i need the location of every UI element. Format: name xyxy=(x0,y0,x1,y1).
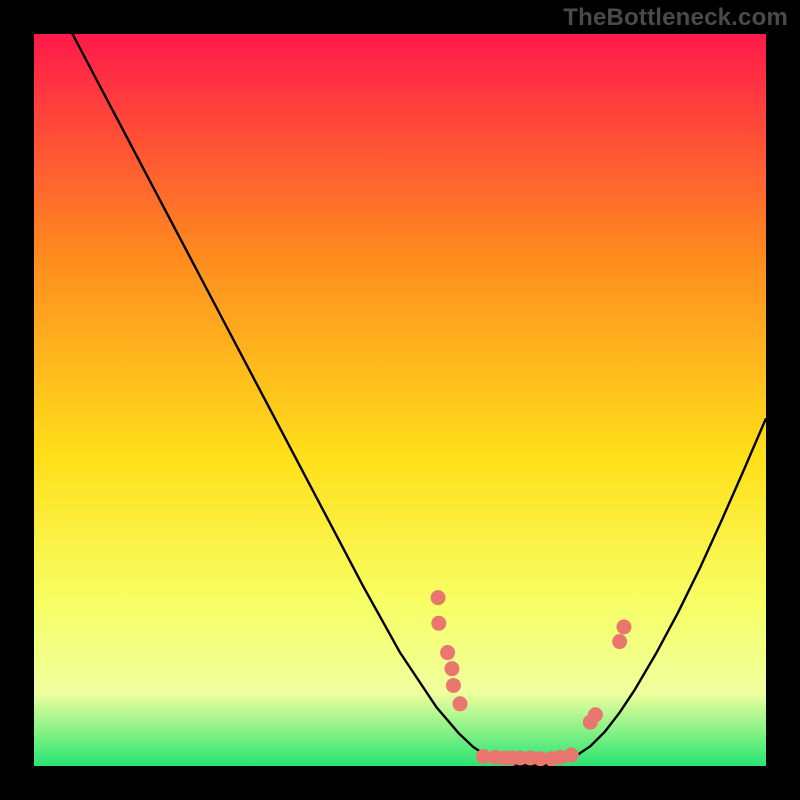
data-dot xyxy=(431,590,446,605)
bottleneck-chart xyxy=(34,34,766,766)
watermark-text: TheBottleneck.com xyxy=(563,4,788,32)
data-dot xyxy=(444,661,459,676)
data-dot xyxy=(453,696,468,711)
gradient-background xyxy=(34,34,766,766)
data-dot xyxy=(612,634,627,649)
data-dot xyxy=(564,748,579,763)
chart-svg xyxy=(34,34,766,766)
data-dot xyxy=(588,707,603,722)
chart-frame: TheBottleneck.com xyxy=(0,0,800,800)
data-dot xyxy=(440,645,455,660)
data-dot xyxy=(446,678,461,693)
data-dot xyxy=(616,619,631,634)
data-dot xyxy=(431,616,446,631)
